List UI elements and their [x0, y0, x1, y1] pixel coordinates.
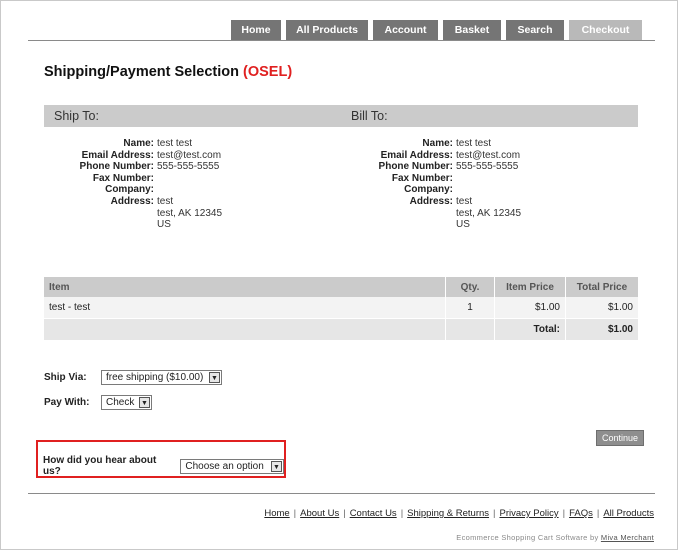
ship-address: test test, AK 12345 US	[157, 196, 222, 231]
ship-email-label: Email Address:	[81, 149, 154, 161]
bill-to-heading: Bill To:	[351, 109, 388, 123]
page-title: Shipping/Payment Selection (OSEL)	[44, 64, 292, 80]
row-total-price: $1.00	[565, 297, 638, 319]
bill-phone-label: Phone Number:	[378, 161, 453, 173]
bill-name-label: Name:	[422, 138, 453, 149]
bill-email-label: Email Address:	[380, 149, 453, 161]
row-qty: 1	[445, 297, 495, 319]
ship-via-field: Ship Via: free shipping ($10.00) ▼	[44, 370, 222, 385]
tab-checkout[interactable]: Checkout	[569, 20, 642, 40]
ship-name: test test	[157, 138, 193, 149]
bill-fax-label: Fax Number:	[391, 172, 453, 184]
page-code: (OSEL)	[243, 64, 293, 80]
footer-separator: |	[293, 508, 297, 519]
total-row: Total: $1.00	[44, 318, 638, 340]
bill-phone: 555-555-5555	[456, 161, 519, 173]
survey-label: How did you hear about us?	[43, 455, 157, 477]
footer-link-shipping-returns[interactable]: Shipping & Returns	[407, 508, 489, 519]
ship-via-value: free shipping ($10.00)	[106, 372, 204, 383]
ship-address-country: US	[157, 219, 171, 231]
survey-select[interactable]: Choose an option ▼	[180, 458, 284, 474]
footer-separator: |	[493, 508, 496, 519]
bill-to-address: Name: test test Email Address: test@test.c…	[341, 138, 522, 231]
tab-account[interactable]: Account	[373, 20, 438, 40]
bill-address-label: Address:	[409, 195, 453, 207]
footer-link-home[interactable]: Home	[264, 508, 289, 519]
total-value: $1.00	[565, 318, 638, 340]
col-item: Item	[44, 277, 446, 297]
footer-link-about-us[interactable]: About Us	[300, 508, 339, 519]
chevron-down-icon: ▼	[209, 372, 220, 383]
footer-divider	[28, 493, 655, 494]
continue-button[interactable]: Continue	[596, 430, 645, 446]
bill-address-line1: test	[456, 195, 473, 207]
footer-separator: |	[596, 508, 600, 519]
footer-separator: |	[343, 508, 346, 519]
bill-address-line2: test, AK 12345	[456, 207, 522, 219]
ship-name-label: Name:	[123, 138, 154, 149]
chevron-down-icon: ▼	[271, 460, 282, 472]
tab-basket[interactable]: Basket	[443, 20, 501, 40]
ship-company-label: Company:	[105, 184, 154, 196]
row-item: test - test	[44, 297, 446, 319]
bill-name: test test	[456, 138, 492, 149]
footer-link-privacy-policy[interactable]: Privacy Policy	[499, 508, 558, 519]
credit-line: Ecommerce Shopping Cart Software by Miva…	[456, 533, 654, 542]
ship-via-label: Ship Via:	[44, 372, 87, 383]
credit-link[interactable]: Miva Merchant	[601, 533, 654, 542]
top-nav: Home All Products Account Basket Search …	[231, 20, 642, 40]
tab-home[interactable]: Home	[231, 20, 281, 40]
pay-with-value: Check	[106, 397, 135, 408]
ship-fax-label: Fax Number:	[92, 172, 154, 184]
total-spacer-2	[445, 318, 495, 340]
footer-links: Home | About Us | Contact Us | Shipping & Retu…	[264, 508, 654, 519]
table-row: test - test 1 $1.00 $1.00	[44, 297, 638, 319]
bill-company-label: Company:	[404, 184, 453, 196]
footer-separator: |	[400, 508, 404, 519]
ship-to-heading: Ship To:	[54, 109, 99, 123]
nav-divider	[28, 40, 655, 41]
total-label: Total:	[494, 318, 566, 340]
survey-value: Choose an option	[185, 460, 264, 472]
col-total-price: Total Price	[565, 277, 638, 297]
address-header-bar: Ship To: Bill To:	[44, 105, 638, 127]
footer-link-faqs[interactable]: FAQs	[569, 508, 593, 519]
total-spacer	[44, 318, 446, 340]
credit-text: Ecommerce Shopping Cart Software by	[456, 533, 599, 542]
ship-address-label: Address:	[110, 195, 154, 207]
basket-table-header: Item Qty. Item Price Total Price	[44, 277, 638, 297]
basket-table: Item Qty. Item Price Total Price test - …	[44, 277, 638, 340]
ship-phone: 555-555-5555	[157, 161, 220, 173]
bill-address: test test, AK 12345 US	[456, 196, 521, 231]
tab-all-products[interactable]: All Products	[286, 20, 368, 40]
chevron-down-icon: ▼	[139, 397, 150, 408]
col-qty: Qty.	[445, 277, 495, 297]
footer-link-all-products[interactable]: All Products	[603, 508, 654, 519]
footer-separator: |	[562, 508, 566, 519]
bill-email: test@test.com	[456, 149, 521, 161]
ship-email: test@test.com	[157, 149, 222, 161]
pay-with-field: Pay With: Check ▼	[44, 395, 152, 410]
bill-address-country: US	[456, 219, 470, 231]
tab-search[interactable]: Search	[506, 20, 564, 40]
col-item-price: Item Price	[494, 277, 566, 297]
pay-with-label: Pay With:	[44, 397, 90, 408]
ship-to-address: Name: test test Email Address: test@test.c…	[42, 138, 223, 231]
ship-via-select[interactable]: free shipping ($10.00) ▼	[101, 370, 222, 385]
page-title-text: Shipping/Payment Selection	[44, 64, 239, 80]
ship-address-line1: test	[157, 195, 174, 207]
row-item-price: $1.00	[494, 297, 566, 319]
survey-box: How did you hear about us? Choose an opt…	[36, 440, 286, 478]
pay-with-select[interactable]: Check ▼	[101, 395, 152, 410]
ship-address-line2: test, AK 12345	[157, 207, 223, 219]
footer-link-contact-us[interactable]: Contact Us	[350, 508, 397, 519]
ship-phone-label: Phone Number:	[79, 161, 154, 173]
